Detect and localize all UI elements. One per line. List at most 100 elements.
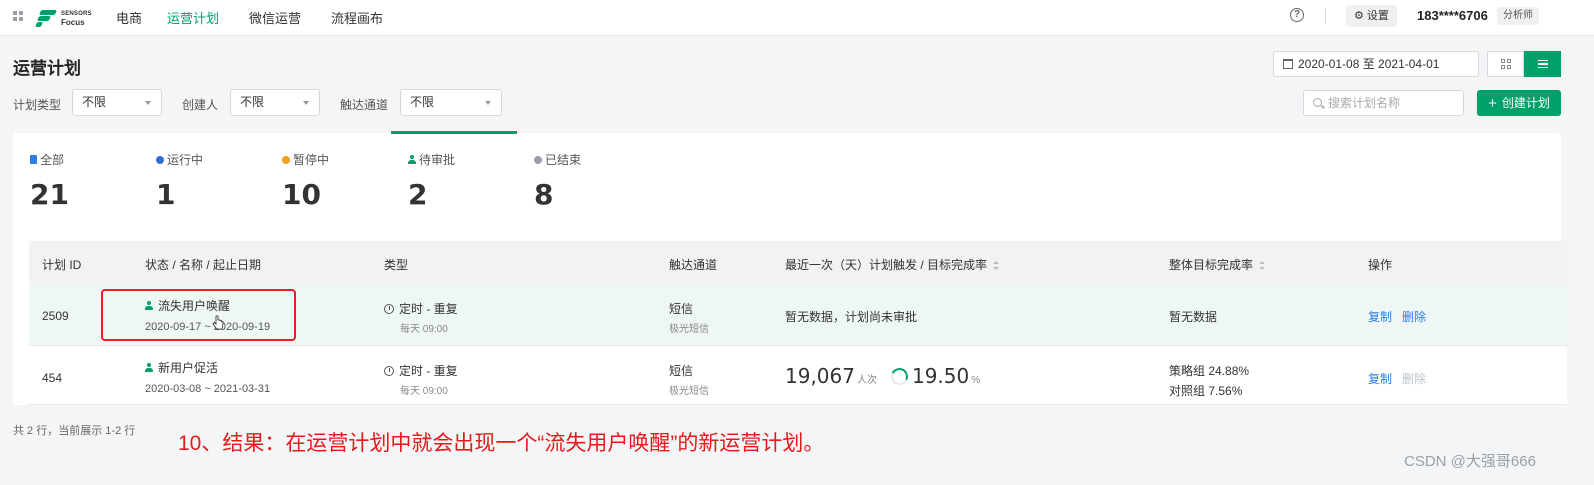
column-header-type: 类型 bbox=[384, 258, 409, 272]
gear-icon: ⚙ bbox=[1354, 10, 1364, 22]
table-header: 计划 ID 状态 / 名称 / 起止日期 类型 触达通道 最近一次（天）计划触发… bbox=[29, 241, 1567, 285]
stat-count: 21 bbox=[30, 178, 69, 211]
plan-type-label: 计划类型 bbox=[13, 98, 62, 112]
clipboard-icon bbox=[30, 155, 37, 164]
minus-circle-icon bbox=[534, 155, 542, 164]
channel-name: 短信 bbox=[669, 364, 694, 378]
clock-icon bbox=[384, 365, 394, 376]
nav-item-wechat-ops[interactable]: 微信运营 bbox=[249, 8, 301, 27]
column-header-id: 计划 ID bbox=[42, 258, 82, 272]
pagination-summary: 共 2 行，当前展示 1-2 行 bbox=[13, 425, 136, 437]
stat-tab-ended[interactable]: 已结束 8 bbox=[534, 151, 581, 211]
plan-id: 454 bbox=[42, 371, 63, 385]
trigger-count: 19,067 bbox=[785, 364, 855, 388]
channel-provider: 极光短信 bbox=[669, 386, 709, 397]
check-circle-icon bbox=[156, 155, 164, 164]
channel-select[interactable]: 不限 bbox=[400, 89, 502, 116]
stat-label: 待审批 bbox=[419, 153, 456, 167]
settings-button[interactable]: ⚙ 设置 bbox=[1346, 5, 1397, 27]
delete-link: 删除 bbox=[1402, 372, 1427, 386]
chevron-down-icon bbox=[303, 101, 309, 105]
plan-id: 2509 bbox=[42, 309, 69, 323]
nav-item-operation-plans[interactable]: 运营计划 bbox=[167, 8, 219, 27]
table-row[interactable]: 454 新用户促活 2020-03-08 ~ 2021-03-31 定时 - 重… bbox=[29, 346, 1567, 405]
view-toggle bbox=[1487, 51, 1561, 77]
channel-name: 短信 bbox=[669, 302, 694, 316]
person-icon bbox=[408, 155, 416, 164]
pending-approval-icon bbox=[145, 363, 153, 372]
plan-name-link[interactable]: 新用户促活 bbox=[145, 359, 270, 376]
date-range-picker[interactable]: 2020-01-08 至 2021-04-01 bbox=[1273, 51, 1479, 77]
stat-tab-running[interactable]: 运行中 1 bbox=[156, 151, 203, 211]
plan-schedule: 每天 09:00 bbox=[400, 386, 448, 397]
nav-divider bbox=[1325, 8, 1326, 24]
search-box bbox=[1303, 90, 1464, 116]
highlight-box bbox=[101, 289, 296, 341]
stat-tab-all[interactable]: 全部 21 bbox=[30, 151, 69, 211]
sensors-focus-logo[interactable]: SENSORS Focus bbox=[34, 6, 92, 30]
creator-value: 不限 bbox=[240, 95, 265, 109]
tutorial-annotation: 10、结果：在运营计划中就会出现一个“流失用户唤醒”的新运营计划。 bbox=[178, 432, 825, 455]
logo-mark-icon bbox=[34, 9, 58, 27]
chevron-down-icon bbox=[485, 101, 491, 105]
channel-label: 触达通道 bbox=[340, 98, 389, 112]
channel-provider: 极光短信 bbox=[669, 324, 709, 335]
control-group-rate: 对照组 7.56% bbox=[1169, 384, 1243, 398]
progress-ring-icon bbox=[888, 365, 911, 388]
list-view-icon bbox=[1537, 59, 1548, 69]
overall-text: 暂无数据 bbox=[1169, 310, 1218, 324]
hand-cursor-icon bbox=[212, 315, 224, 330]
stat-count: 10 bbox=[282, 178, 321, 211]
column-header-last-trigger-label: 最近一次（天）计划触发 / 目标完成率 bbox=[785, 258, 988, 272]
nav-item-flow-canvas[interactable]: 流程画布 bbox=[331, 8, 383, 27]
stat-label: 运行中 bbox=[167, 153, 204, 167]
settings-label: 设置 bbox=[1366, 10, 1389, 22]
copy-link[interactable]: 复制 bbox=[1368, 372, 1392, 386]
search-input[interactable] bbox=[1328, 91, 1458, 115]
stat-tab-pending-approval[interactable]: 待审批 2 bbox=[408, 151, 455, 211]
plus-icon: + bbox=[1488, 95, 1497, 112]
plan-type: 定时 - 重复 bbox=[399, 302, 458, 316]
copy-link[interactable]: 复制 bbox=[1368, 310, 1392, 324]
stat-tab-paused[interactable]: 暂停中 10 bbox=[282, 151, 329, 211]
plan-type-value: 不限 bbox=[82, 95, 107, 109]
stat-count: 2 bbox=[408, 178, 428, 211]
card-view-button[interactable] bbox=[1487, 51, 1524, 77]
list-view-button[interactable] bbox=[1524, 51, 1561, 77]
creator-label: 创建人 bbox=[182, 98, 219, 112]
help-icon[interactable]: ? bbox=[1290, 8, 1304, 22]
create-plan-button[interactable]: + 创建计划 bbox=[1477, 90, 1561, 116]
pause-circle-icon bbox=[282, 155, 290, 164]
plan-name: 新用户促活 bbox=[158, 361, 219, 375]
stat-label: 暂停中 bbox=[293, 153, 330, 167]
user-role-badge: 分析师 bbox=[1497, 7, 1539, 25]
create-plan-label: 创建计划 bbox=[1501, 96, 1550, 110]
trigger-unit: 人次 bbox=[856, 375, 877, 386]
column-header-overall[interactable]: 整体目标完成率 bbox=[1169, 256, 1266, 273]
strategy-group-rate: 策略组 24.88% bbox=[1169, 364, 1250, 378]
sort-icon[interactable] bbox=[1259, 261, 1266, 270]
calendar-icon bbox=[1283, 59, 1293, 69]
plan-dates: 2020-03-08 ~ 2021-03-31 bbox=[145, 383, 271, 395]
rate-unit: % bbox=[971, 375, 981, 386]
plan-type-select[interactable]: 不限 bbox=[72, 89, 162, 116]
user-name[interactable]: 183****6706 bbox=[1417, 8, 1488, 23]
last-trigger-text: 暂无数据，计划尚未审批 bbox=[785, 310, 918, 324]
stat-count: 1 bbox=[156, 178, 176, 211]
app-grid-icon[interactable] bbox=[13, 11, 23, 21]
active-tab-indicator bbox=[391, 131, 517, 134]
sort-icon[interactable] bbox=[993, 261, 1000, 270]
creator-select[interactable]: 不限 bbox=[230, 89, 320, 116]
nav-item-ecommerce[interactable]: 电商 bbox=[116, 8, 142, 27]
column-header-actions: 操作 bbox=[1368, 258, 1393, 272]
logo-line2: Focus bbox=[61, 17, 85, 27]
stat-count: 8 bbox=[534, 178, 554, 211]
column-header-last-trigger[interactable]: 最近一次（天）计划触发 / 目标完成率 bbox=[785, 256, 1000, 273]
delete-link[interactable]: 删除 bbox=[1402, 310, 1426, 324]
column-header-status-name: 状态 / 名称 / 起止日期 bbox=[145, 258, 262, 272]
watermark: CSDN @大强哥666 bbox=[1404, 453, 1536, 470]
chevron-down-icon bbox=[145, 101, 151, 105]
date-range-value: 2020-01-08 至 2021-04-01 bbox=[1298, 57, 1440, 71]
column-header-channel: 触达通道 bbox=[669, 258, 718, 272]
column-header-overall-label: 整体目标完成率 bbox=[1169, 258, 1254, 272]
